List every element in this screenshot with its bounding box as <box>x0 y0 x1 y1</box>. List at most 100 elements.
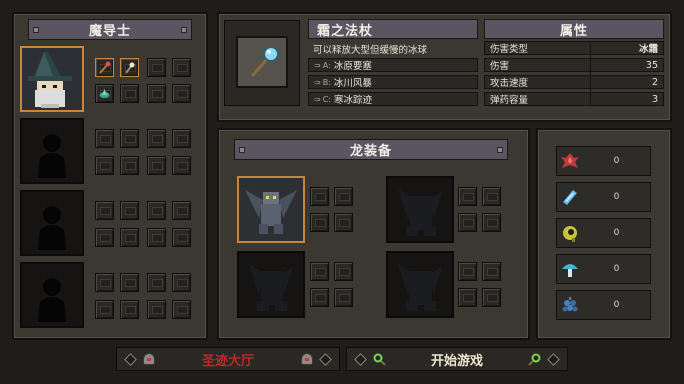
equip-slot[interactable] <box>147 156 166 175</box>
attributes-title: 属性 <box>559 23 588 39</box>
left-ornament-icon <box>354 352 367 366</box>
wand-item-icon <box>125 62 135 74</box>
dragon-portrait-locked[interactable] <box>386 176 454 243</box>
locked-dragon-silhouette-icon <box>398 263 442 311</box>
dragon-equip-slot[interactable] <box>482 262 501 281</box>
resource-blue-crystal: 0 <box>556 182 651 212</box>
eye-orb-icon <box>563 226 577 242</box>
dragon-panel-title: 龙装备 <box>234 139 508 160</box>
locked-dragon-silhouette-icon <box>249 263 293 311</box>
resource-eye-orb: 0 <box>556 218 651 248</box>
hero-portrait-locked[interactable] <box>20 118 84 184</box>
attr-row: 弹药容量 3 <box>484 92 664 106</box>
equip-slot[interactable] <box>120 201 139 220</box>
equip-slot[interactable] <box>147 58 166 77</box>
equip-slot[interactable] <box>95 228 114 247</box>
hero-portrait-locked[interactable] <box>20 190 84 256</box>
staff-item-icon <box>99 61 111 74</box>
dragon-equip-slot[interactable] <box>334 213 353 232</box>
hero-class-name: 魔导士 <box>88 24 131 39</box>
locked-hero-silhouette-icon <box>38 206 66 250</box>
dragon-equip-slot[interactable] <box>458 213 477 232</box>
equip-slot[interactable] <box>172 273 191 292</box>
equip-slot[interactable] <box>120 273 139 292</box>
wizard-icon <box>28 52 72 108</box>
dragon-icon <box>245 190 297 234</box>
weapon-skill-b[interactable]: ⇒ B: 冰川风暴 <box>308 75 478 89</box>
right-ornament-icon <box>319 352 332 366</box>
right-ornament-icon <box>547 352 560 366</box>
equip-slot[interactable] <box>95 273 114 292</box>
weapon-description: 可以释放大型但缓慢的冰球 <box>313 44 428 56</box>
helmet-icon <box>143 353 155 365</box>
attr-row: 伤害类型 冰霜 <box>484 41 664 55</box>
equip-slot[interactable] <box>172 300 191 319</box>
red-crystal-icon <box>561 153 579 168</box>
blue-crystal-icon <box>563 190 577 205</box>
equip-slot[interactable] <box>120 156 139 175</box>
equip-slot[interactable] <box>120 300 139 319</box>
equip-slot[interactable] <box>147 129 166 148</box>
dragon-portrait-selected[interactable] <box>237 176 305 243</box>
attr-row: 伤害 35 <box>484 58 664 72</box>
equip-slot[interactable] <box>147 84 166 103</box>
locked-hero-silhouette-icon <box>38 134 66 178</box>
equip-slot[interactable] <box>95 156 114 175</box>
holy-hall-button[interactable]: 圣迹大厅 <box>116 347 340 371</box>
start-game-button[interactable]: 开始游戏 <box>346 347 568 371</box>
frost-staff-icon <box>250 46 279 78</box>
equip-slot[interactable] <box>172 129 191 148</box>
equip-slot[interactable] <box>172 156 191 175</box>
dragon-equip-slot[interactable] <box>458 262 477 281</box>
hero-panel-title: 魔导士 <box>28 19 192 40</box>
equip-slot[interactable] <box>95 129 114 148</box>
equip-slot[interactable] <box>120 84 139 103</box>
dragon-equip-slot[interactable] <box>310 213 329 232</box>
weapon-skill-a[interactable]: ⇒ A: 冰原要塞 <box>308 58 478 72</box>
dragon-equip-slot[interactable] <box>482 288 501 307</box>
weapon-name: 霜之法杖 <box>317 23 374 39</box>
locked-hero-silhouette-icon <box>38 278 66 322</box>
dragon-equip-slot[interactable] <box>458 187 477 206</box>
magnifier-icon <box>528 353 541 366</box>
equip-slot[interactable] <box>95 300 114 319</box>
dragon-equip-slot[interactable] <box>310 187 329 206</box>
equip-slot[interactable] <box>147 273 166 292</box>
magnifier-icon <box>373 353 386 366</box>
equip-slot[interactable] <box>147 201 166 220</box>
resource-berry-cluster: 0 <box>556 290 651 320</box>
attributes-banner: 属性 <box>484 19 664 39</box>
blue-mushroom-icon <box>562 264 578 277</box>
dragon-equip-slot[interactable] <box>458 288 477 307</box>
dragon-equip-slot[interactable] <box>310 262 329 281</box>
locked-dragon-silhouette-icon <box>398 188 442 236</box>
berry-cluster-icon <box>562 297 578 312</box>
dragon-equip-slot[interactable] <box>482 187 501 206</box>
equip-slot[interactable] <box>172 58 191 77</box>
equip-slot[interactable] <box>120 228 139 247</box>
dragon-portrait-locked[interactable] <box>386 251 454 318</box>
left-ornament-icon <box>124 352 137 366</box>
dragon-equip-slot[interactable] <box>334 262 353 281</box>
equip-slot[interactable] <box>147 300 166 319</box>
equip-slot[interactable] <box>95 201 114 220</box>
hero-portrait-locked[interactable] <box>20 262 84 328</box>
attr-row: 攻击速度 2 <box>484 75 664 89</box>
skill-a-key: ⇒ <box>314 60 321 70</box>
dragon-equip-slot[interactable] <box>334 288 353 307</box>
dragon-equip-slot[interactable] <box>310 288 329 307</box>
equip-slot[interactable] <box>120 129 139 148</box>
weapon-skill-c[interactable]: ⇒ C: 寒冰踪迹 <box>308 92 478 106</box>
dragon-equip-slot[interactable] <box>482 213 501 232</box>
resource-red-crystal: 0 <box>556 146 651 176</box>
equip-slot[interactable] <box>172 84 191 103</box>
weapon-name-banner: 霜之法杖 <box>308 19 478 39</box>
dragon-equip-slot[interactable] <box>334 187 353 206</box>
skill-orb-icon <box>99 89 110 98</box>
weapon-icon-frame[interactable] <box>224 20 300 106</box>
equip-slot[interactable] <box>172 228 191 247</box>
hero-portrait-wizard[interactable] <box>20 46 84 112</box>
equip-slot[interactable] <box>147 228 166 247</box>
dragon-portrait-locked[interactable] <box>237 251 305 318</box>
equip-slot[interactable] <box>172 201 191 220</box>
